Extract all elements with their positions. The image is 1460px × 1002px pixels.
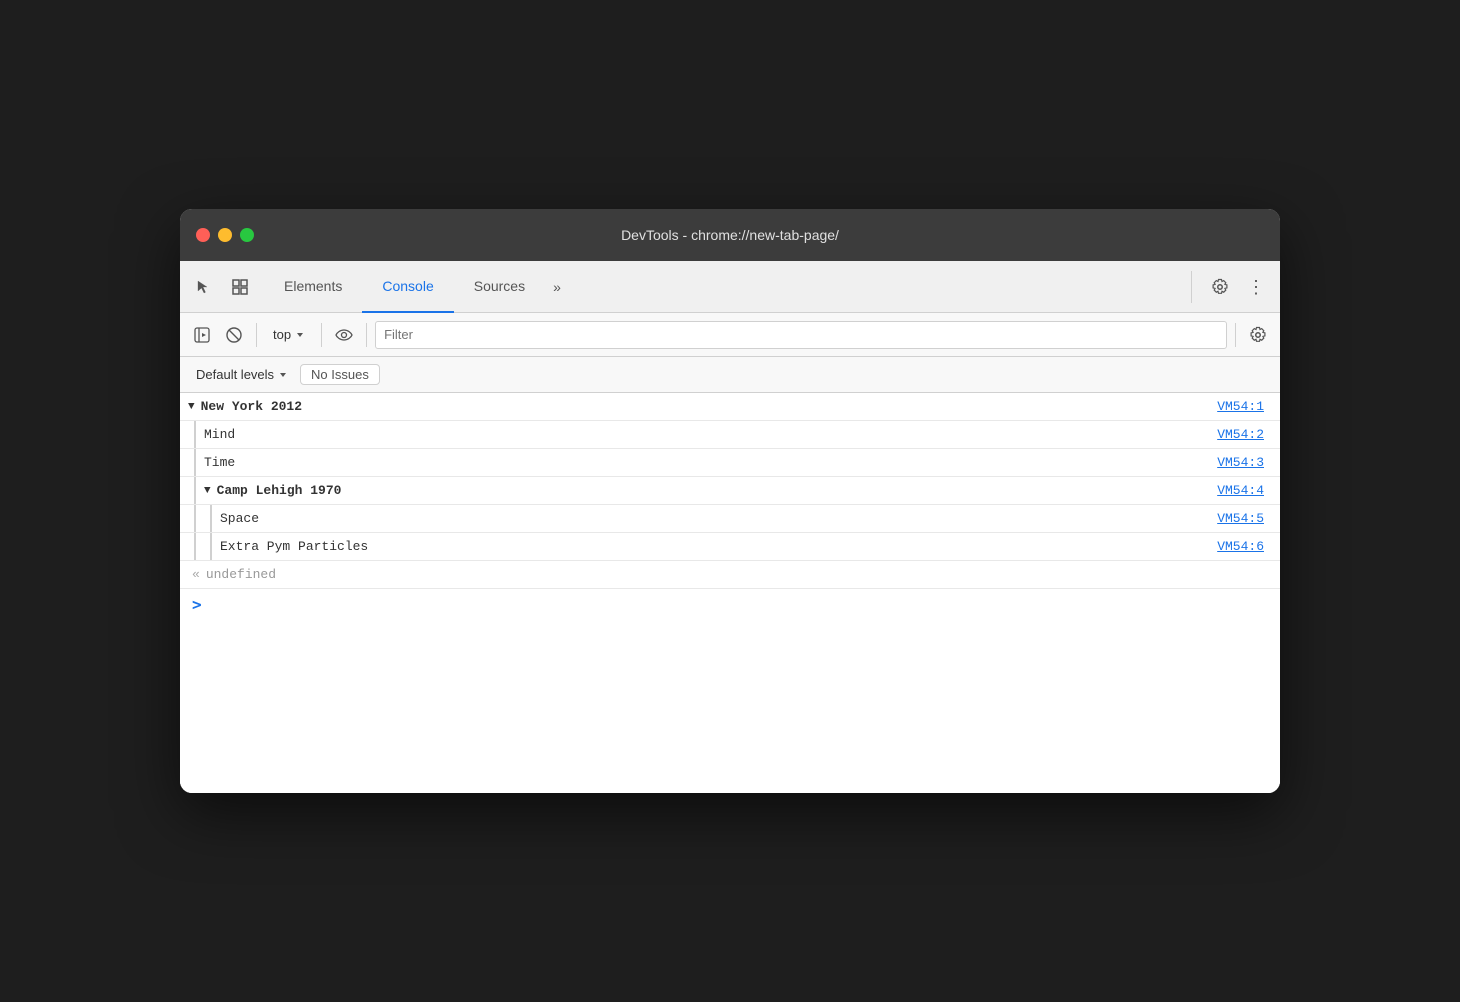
row-content: ▼ Camp Lehigh 1970 [196, 477, 1209, 504]
prompt-row[interactable]: > [180, 589, 1280, 620]
tab-bar: Elements Console Sources » ⋮ [180, 261, 1280, 313]
indent-bar-5a [180, 533, 196, 560]
row-content: Mind [196, 421, 1209, 448]
more-icon: ⋮ [1247, 278, 1265, 296]
indent-bar-1 [180, 421, 196, 448]
indent-bar-2 [180, 449, 196, 476]
return-arrow-icon: « [192, 567, 200, 582]
row-link-6[interactable]: VM54:6 [1209, 533, 1280, 560]
row-content: Space [212, 505, 1209, 532]
sidebar-toggle-icon [194, 327, 210, 343]
toolbar-divider [256, 323, 257, 347]
levels-dropdown-icon [278, 370, 288, 380]
tab-icons [188, 271, 256, 303]
tab-bar-right: ⋮ [1191, 271, 1272, 303]
inspect-icon [231, 278, 249, 296]
tab-elements[interactable]: Elements [264, 261, 362, 313]
window-title: DevTools - chrome://new-tab-page/ [621, 227, 839, 243]
traffic-lights [196, 228, 254, 242]
maximize-button[interactable] [240, 228, 254, 242]
row-link-5[interactable]: VM54:5 [1209, 505, 1280, 532]
sidebar-toggle-button[interactable] [188, 321, 216, 349]
inspect-icon-button[interactable] [224, 271, 256, 303]
undefined-row: « undefined [180, 561, 1280, 589]
console-output: ▼ New York 2012 VM54:1 Mind VM54:2 Time [180, 393, 1280, 793]
settings-icon [1211, 278, 1229, 296]
row-link-3[interactable]: VM54:3 [1209, 449, 1280, 476]
levels-toolbar: Default levels No Issues [180, 357, 1280, 393]
console-settings-icon [1249, 326, 1267, 344]
table-row: Time VM54:3 [180, 449, 1280, 477]
console-settings-button[interactable] [1244, 321, 1272, 349]
item-label-3: Time [204, 455, 235, 470]
filter-input[interactable] [375, 321, 1227, 349]
clear-console-button[interactable] [220, 321, 248, 349]
item-label-5: Space [220, 511, 259, 526]
indent-bar-3 [180, 477, 196, 504]
table-row: Space VM54:5 [180, 505, 1280, 533]
row-link-2[interactable]: VM54:2 [1209, 421, 1280, 448]
toolbar-divider-2 [321, 323, 322, 347]
row-content: Extra Pym Particles [212, 533, 1209, 560]
tabs: Elements Console Sources » [264, 261, 1191, 313]
group-label-1: New York 2012 [201, 399, 302, 414]
more-icon-button[interactable]: ⋮ [1240, 271, 1272, 303]
row-content: Time [196, 449, 1209, 476]
tab-overflow[interactable]: » [545, 261, 569, 313]
table-row: ▼ New York 2012 VM54:1 [180, 393, 1280, 421]
toolbar-divider-3 [366, 323, 367, 347]
indent-bar-5b [196, 533, 212, 560]
context-selector-button[interactable]: top [265, 325, 313, 344]
prompt-chevron: > [192, 595, 202, 614]
no-issues-badge[interactable]: No Issues [300, 364, 380, 385]
minimize-button[interactable] [218, 228, 232, 242]
eye-button[interactable] [330, 321, 358, 349]
eye-icon [335, 329, 353, 341]
context-dropdown-icon [295, 330, 305, 340]
item-label-6: Extra Pym Particles [220, 539, 368, 554]
cursor-icon-button[interactable] [188, 271, 220, 303]
clear-icon [226, 327, 242, 343]
expand-arrow-1[interactable]: ▼ [188, 401, 195, 413]
undefined-value: undefined [206, 567, 276, 582]
row-link-1[interactable]: VM54:1 [1209, 393, 1280, 420]
tab-sources[interactable]: Sources [454, 261, 545, 313]
context-label: top [273, 327, 291, 342]
devtools-body: Elements Console Sources » ⋮ [180, 261, 1280, 793]
table-row: Extra Pym Particles VM54:6 [180, 533, 1280, 561]
item-label-2: Mind [204, 427, 235, 442]
expand-arrow-4[interactable]: ▼ [204, 485, 211, 497]
toolbar-divider-4 [1235, 323, 1236, 347]
console-toolbar: top [180, 313, 1280, 357]
group-label-4: Camp Lehigh 1970 [217, 483, 342, 498]
devtools-window: DevTools - chrome://new-tab-page/ [180, 209, 1280, 793]
tab-console[interactable]: Console [362, 261, 453, 313]
default-levels-button[interactable]: Default levels [192, 365, 292, 384]
default-levels-label: Default levels [196, 367, 274, 382]
close-button[interactable] [196, 228, 210, 242]
row-link-4[interactable]: VM54:4 [1209, 477, 1280, 504]
titlebar: DevTools - chrome://new-tab-page/ [180, 209, 1280, 261]
cursor-icon [195, 278, 213, 296]
settings-icon-button[interactable] [1204, 271, 1236, 303]
row-content: ▼ New York 2012 [180, 393, 1209, 420]
table-row: Mind VM54:2 [180, 421, 1280, 449]
table-row: ▼ Camp Lehigh 1970 VM54:4 [180, 477, 1280, 505]
indent-bar-4a [180, 505, 196, 532]
indent-bar-4b [196, 505, 212, 532]
